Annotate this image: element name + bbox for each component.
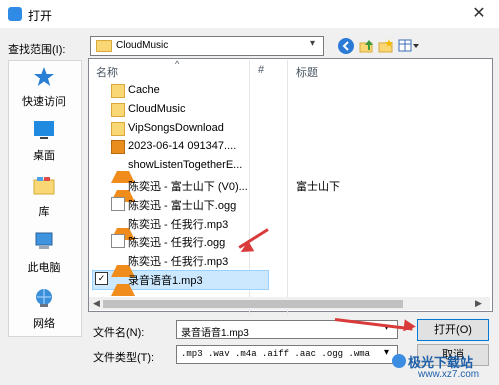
- file-name: VipSongsDownload: [128, 121, 224, 134]
- computer-icon: [33, 232, 55, 252]
- xml-file-icon: [111, 140, 125, 155]
- file-row[interactable]: 陈奕迅 - 任我行.mp3: [96, 214, 266, 240]
- app-icon: [8, 7, 22, 21]
- back-icon[interactable]: [338, 38, 354, 54]
- folder-icon: [111, 121, 125, 136]
- file-row[interactable]: 陈奕迅 - 富士山下 (V0)...: [96, 176, 266, 202]
- file-row[interactable]: 陈奕迅 - 富士山下.ogg: [96, 195, 266, 213]
- file-name: 2023-06-14 091347....: [128, 140, 237, 153]
- star-icon: [33, 66, 55, 86]
- folder-icon: [111, 84, 125, 98]
- file-name: 陈奕迅 - 富士山下.ogg: [128, 199, 237, 212]
- file-name: 陈奕迅 - 任我行.mp3: [128, 218, 229, 231]
- filetype-value[interactable]: .mp3 .wav .m4a .aiff .aac .ogg .wma ...: [181, 349, 371, 359]
- file-row[interactable]: VipSongsDownload: [96, 120, 266, 138]
- network-icon: [33, 288, 55, 308]
- new-folder-icon[interactable]: [378, 38, 394, 54]
- scroll-left-icon[interactable]: ◀: [93, 298, 100, 309]
- close-button[interactable]: ✕: [468, 5, 490, 23]
- file-name: 录音语音1.mp3: [128, 275, 203, 287]
- file-row[interactable]: CloudMusic: [96, 101, 266, 119]
- audio-file-icon: [111, 234, 125, 249]
- file-row[interactable]: Cache: [96, 82, 266, 100]
- file-name: CloudMusic: [128, 102, 186, 115]
- place-label: 此电脑: [27, 262, 61, 274]
- sort-up-icon: ^: [175, 59, 180, 69]
- folder-icon: [96, 40, 112, 52]
- filename-label: 文件名(N):: [93, 327, 145, 339]
- open-button[interactable]: 打开(O): [417, 319, 489, 341]
- lookin-value: CloudMusic: [116, 40, 169, 51]
- watermark-logo-icon: [392, 354, 406, 368]
- file-row[interactable]: 2023-06-14 091347....: [96, 138, 266, 156]
- scroll-right-icon[interactable]: ▶: [475, 298, 482, 309]
- place-label: 库: [38, 206, 50, 218]
- scrollbar-thumb[interactable]: [103, 300, 403, 308]
- place-label: 快速访问: [22, 96, 66, 108]
- column-title[interactable]: 标题: [296, 64, 318, 80]
- column-divider[interactable]: [287, 60, 288, 315]
- file-row[interactable]: showListenTogetherE...: [96, 157, 266, 184]
- file-name: Cache: [128, 84, 160, 96]
- filename-value[interactable]: 录音语音1.mp3: [181, 324, 249, 339]
- window-title: 打开: [28, 9, 53, 23]
- chevron-down-icon[interactable]: ▾: [384, 347, 389, 358]
- folder-icon: [111, 102, 125, 117]
- lookin-label: 查找范围(I):: [8, 44, 66, 56]
- desktop-icon: [33, 120, 55, 140]
- audio-file-icon: [111, 196, 125, 211]
- column-number[interactable]: #: [258, 64, 264, 76]
- annotation-arrowhead: [403, 319, 417, 333]
- watermark-url: www.xz7.com: [418, 369, 480, 380]
- place-label: 网络: [33, 318, 55, 330]
- file-name: showListenTogetherE...: [128, 159, 243, 172]
- file-name: 陈奕迅 - 任我行.ogg: [128, 237, 226, 250]
- up-folder-icon[interactable]: [359, 38, 375, 54]
- file-row[interactable]: 陈奕迅 - 任我行.mp3: [96, 251, 266, 278]
- chevron-down-icon[interactable]: ▾: [310, 38, 315, 49]
- file-title: 富士山下: [296, 181, 340, 193]
- place-label: 桌面: [33, 150, 55, 162]
- file-name: 陈奕迅 - 富士山下 (V0)...: [128, 181, 248, 193]
- file-name: 陈奕迅 - 任我行.mp3: [128, 256, 229, 269]
- column-header: [89, 59, 490, 79]
- view-menu-icon[interactable]: [398, 38, 420, 54]
- title-bar: [0, 0, 499, 28]
- filetype-label: 文件类型(T):: [93, 352, 155, 364]
- file-row[interactable]: 录音语音1.mp3: [96, 270, 266, 296]
- library-icon: [33, 176, 55, 196]
- column-name[interactable]: 名称: [96, 64, 118, 80]
